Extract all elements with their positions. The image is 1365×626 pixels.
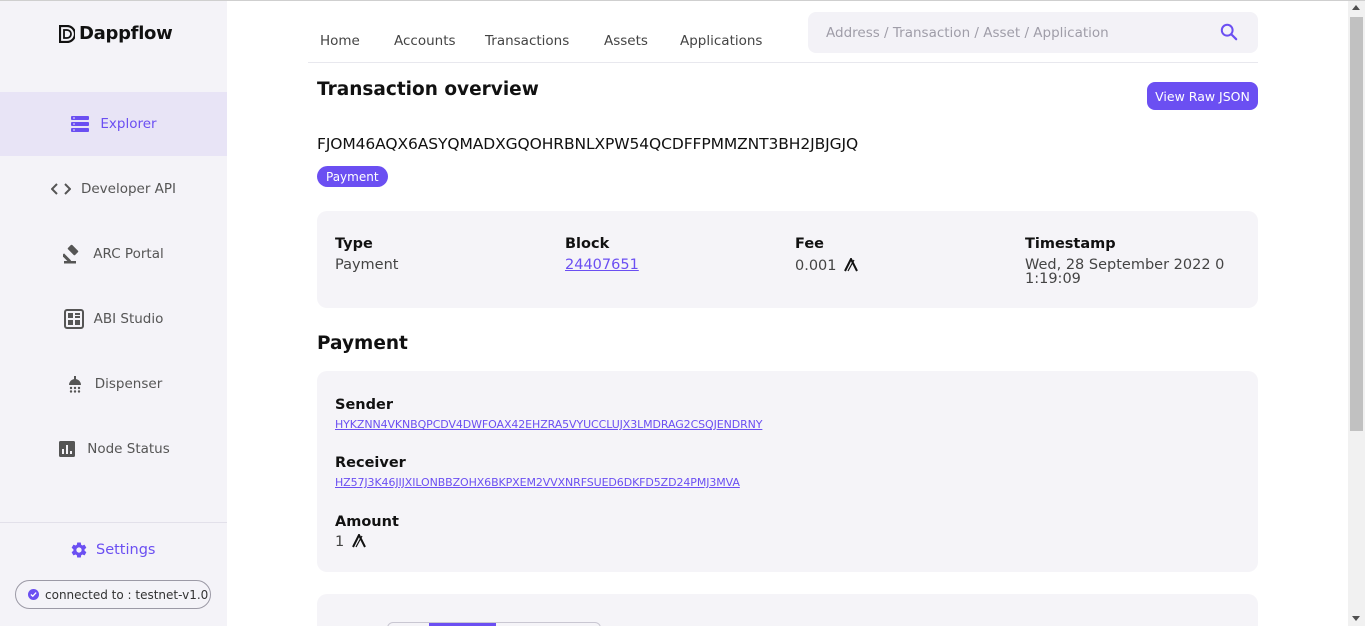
transaction-type-badge: Payment: [317, 166, 388, 187]
sender-address-link[interactable]: HYKZNN4VKNBQPCDV4DWFOAX42EHZRA5VYUCCLUJX…: [335, 418, 762, 431]
connection-status-text: connected to : testnet-v1.0: [45, 587, 209, 602]
settings-label: Settings: [96, 542, 156, 558]
type-label: Type: [335, 236, 373, 252]
timestamp-field: Timestamp Wed, 28 September 2022 01:19:0…: [1025, 236, 1235, 286]
sidebar-item-label: Developer API: [80, 181, 177, 197]
gavel-icon: [63, 244, 83, 264]
block-link[interactable]: 24407651: [565, 257, 639, 273]
nav-link-assets[interactable]: Assets: [604, 33, 648, 49]
transaction-summary-card: Type Payment Block 24407651 Fee 0.001 Ti…: [317, 211, 1258, 308]
sidebar-item-label: ABI Studio: [93, 311, 164, 327]
sidebar-item-label: Dispenser: [94, 376, 163, 392]
bar-chart-icon: [57, 439, 77, 459]
receiver-label: Receiver: [335, 455, 406, 471]
connection-status-badge[interactable]: connected to : testnet-v1.0: [15, 580, 211, 609]
check-circle-icon: [28, 589, 39, 600]
fee-field: Fee 0.001: [795, 236, 859, 274]
list-icon: [70, 114, 90, 134]
receiver-address-link[interactable]: HZ57J3K46JIJXILONBBZOHX6BKPXEM2VVXNRFSUE…: [335, 476, 740, 489]
amount-field: Amount 1: [335, 514, 399, 550]
sidebar-item-node-status[interactable]: Node Status: [0, 417, 227, 481]
view-raw-json-button[interactable]: View Raw JSON: [1147, 82, 1258, 110]
nav-link-transactions[interactable]: Transactions: [485, 33, 569, 49]
sidebar-divider: [0, 522, 227, 523]
nav-link-home[interactable]: Home: [320, 33, 360, 49]
fee-label: Fee: [795, 236, 824, 252]
type-value: Payment: [335, 257, 399, 273]
page-title: Transaction overview: [317, 79, 539, 100]
block-field: Block 24407651: [565, 236, 639, 272]
payment-section-title: Payment: [317, 333, 408, 354]
sender-field: Sender HYKZNN4VKNBQPCDV4DWFOAX42EHZRA5VY…: [335, 397, 762, 431]
vertical-scrollbar[interactable]: [1348, 1, 1365, 626]
additional-details-card: [317, 594, 1258, 626]
sidebar-item-abi-studio[interactable]: ABI Studio: [0, 287, 227, 351]
nav-link-accounts[interactable]: Accounts: [394, 33, 456, 49]
app-name: Dappflow: [79, 23, 173, 44]
sidebar-item-label: Node Status: [87, 441, 170, 457]
block-label: Block: [565, 236, 610, 252]
sender-label: Sender: [335, 397, 393, 413]
amount-label: Amount: [335, 514, 399, 530]
scrollbar-thumb[interactable]: [1350, 17, 1363, 431]
algo-icon: [844, 258, 859, 272]
sidebar-item-label: ARC Portal: [93, 246, 164, 262]
type-field: Type Payment: [335, 236, 398, 272]
sidebar: Dappflow Explorer Developer API ARC Port…: [0, 1, 227, 626]
search-input[interactable]: [826, 24, 1216, 41]
fee-value: 0.001: [795, 258, 837, 274]
search-icon[interactable]: [1220, 23, 1238, 41]
search-bar: [808, 12, 1258, 53]
app-logo[interactable]: Dappflow: [59, 23, 173, 44]
grid-icon: [63, 309, 84, 329]
timestamp-value: Wed, 28 September 2022 01:19:09: [1025, 257, 1225, 287]
settings-button[interactable]: Settings: [70, 541, 155, 559]
sidebar-item-arc-portal[interactable]: ARC Portal: [0, 222, 227, 286]
amount-value: 1: [335, 534, 345, 550]
sidebar-item-developer-api[interactable]: Developer API: [0, 157, 227, 221]
payment-details-card: Sender HYKZNN4VKNBQPCDV4DWFOAX42EHZRA5VY…: [317, 371, 1258, 572]
sidebar-item-label: Explorer: [100, 116, 157, 132]
receiver-field: Receiver HZ57J3K46JIJXILONBBZOHX6BKPXEM2…: [335, 455, 740, 489]
sidebar-item-explorer[interactable]: Explorer: [0, 92, 227, 156]
sidebar-item-dispenser[interactable]: Dispenser: [0, 352, 227, 416]
gear-icon: [71, 542, 87, 558]
dappflow-logo-icon: [59, 24, 75, 43]
app-window: Dappflow Explorer Developer API ARC Port…: [0, 0, 1365, 626]
transaction-id: FJOM46AQX6ASYQMADXGQOHRBNLXPW54QCDFFPMMZ…: [317, 135, 859, 153]
nav-link-applications[interactable]: Applications: [680, 33, 762, 49]
code-icon: [50, 179, 71, 199]
view-toggle-tabs: [387, 622, 601, 626]
algo-icon: [351, 534, 366, 548]
scroll-up-arrow-icon[interactable]: [1352, 5, 1360, 10]
shower-icon: [65, 374, 85, 394]
scroll-down-arrow-icon[interactable]: [1352, 616, 1360, 621]
timestamp-label: Timestamp: [1025, 236, 1116, 252]
